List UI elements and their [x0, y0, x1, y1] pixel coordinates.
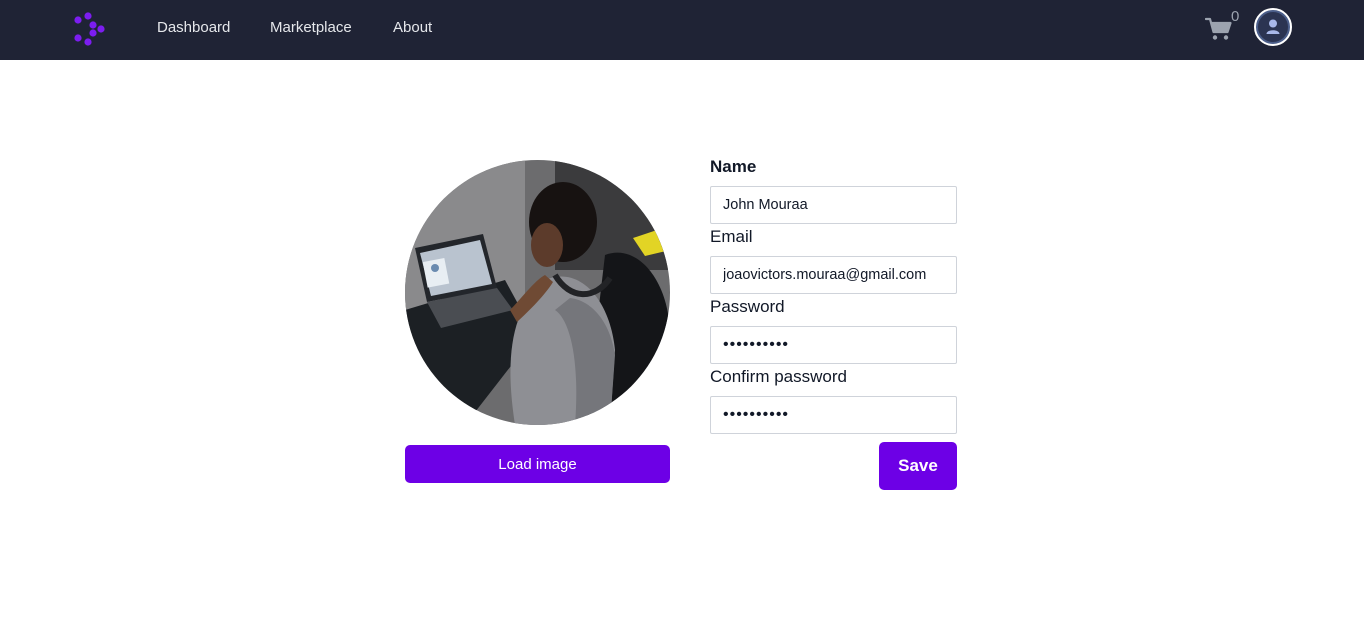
profile-photo [405, 160, 670, 425]
nav-link-about[interactable]: About [393, 19, 432, 37]
nav-link-dashboard[interactable]: Dashboard [157, 19, 230, 37]
top-navbar: Dashboard Marketplace About 0 [0, 0, 1364, 60]
user-menu-button[interactable] [1254, 8, 1292, 46]
password-label: Password [710, 297, 785, 316]
name-label: Name [710, 157, 757, 176]
user-avatar-icon [1258, 12, 1288, 42]
email-label: Email [710, 227, 753, 246]
cart-icon[interactable] [1205, 16, 1233, 42]
load-image-button[interactable]: Load image [405, 445, 670, 483]
nav-link-marketplace[interactable]: Marketplace [270, 19, 352, 37]
name-field[interactable] [710, 186, 957, 224]
cart-count-badge: 0 [1231, 8, 1240, 25]
confirm-password-label: Confirm password [710, 367, 847, 386]
email-field[interactable] [710, 256, 957, 294]
confirm-password-field[interactable] [710, 396, 957, 434]
brand-logo-icon[interactable] [72, 12, 106, 46]
password-field[interactable] [710, 326, 957, 364]
save-button[interactable]: Save [879, 442, 957, 490]
